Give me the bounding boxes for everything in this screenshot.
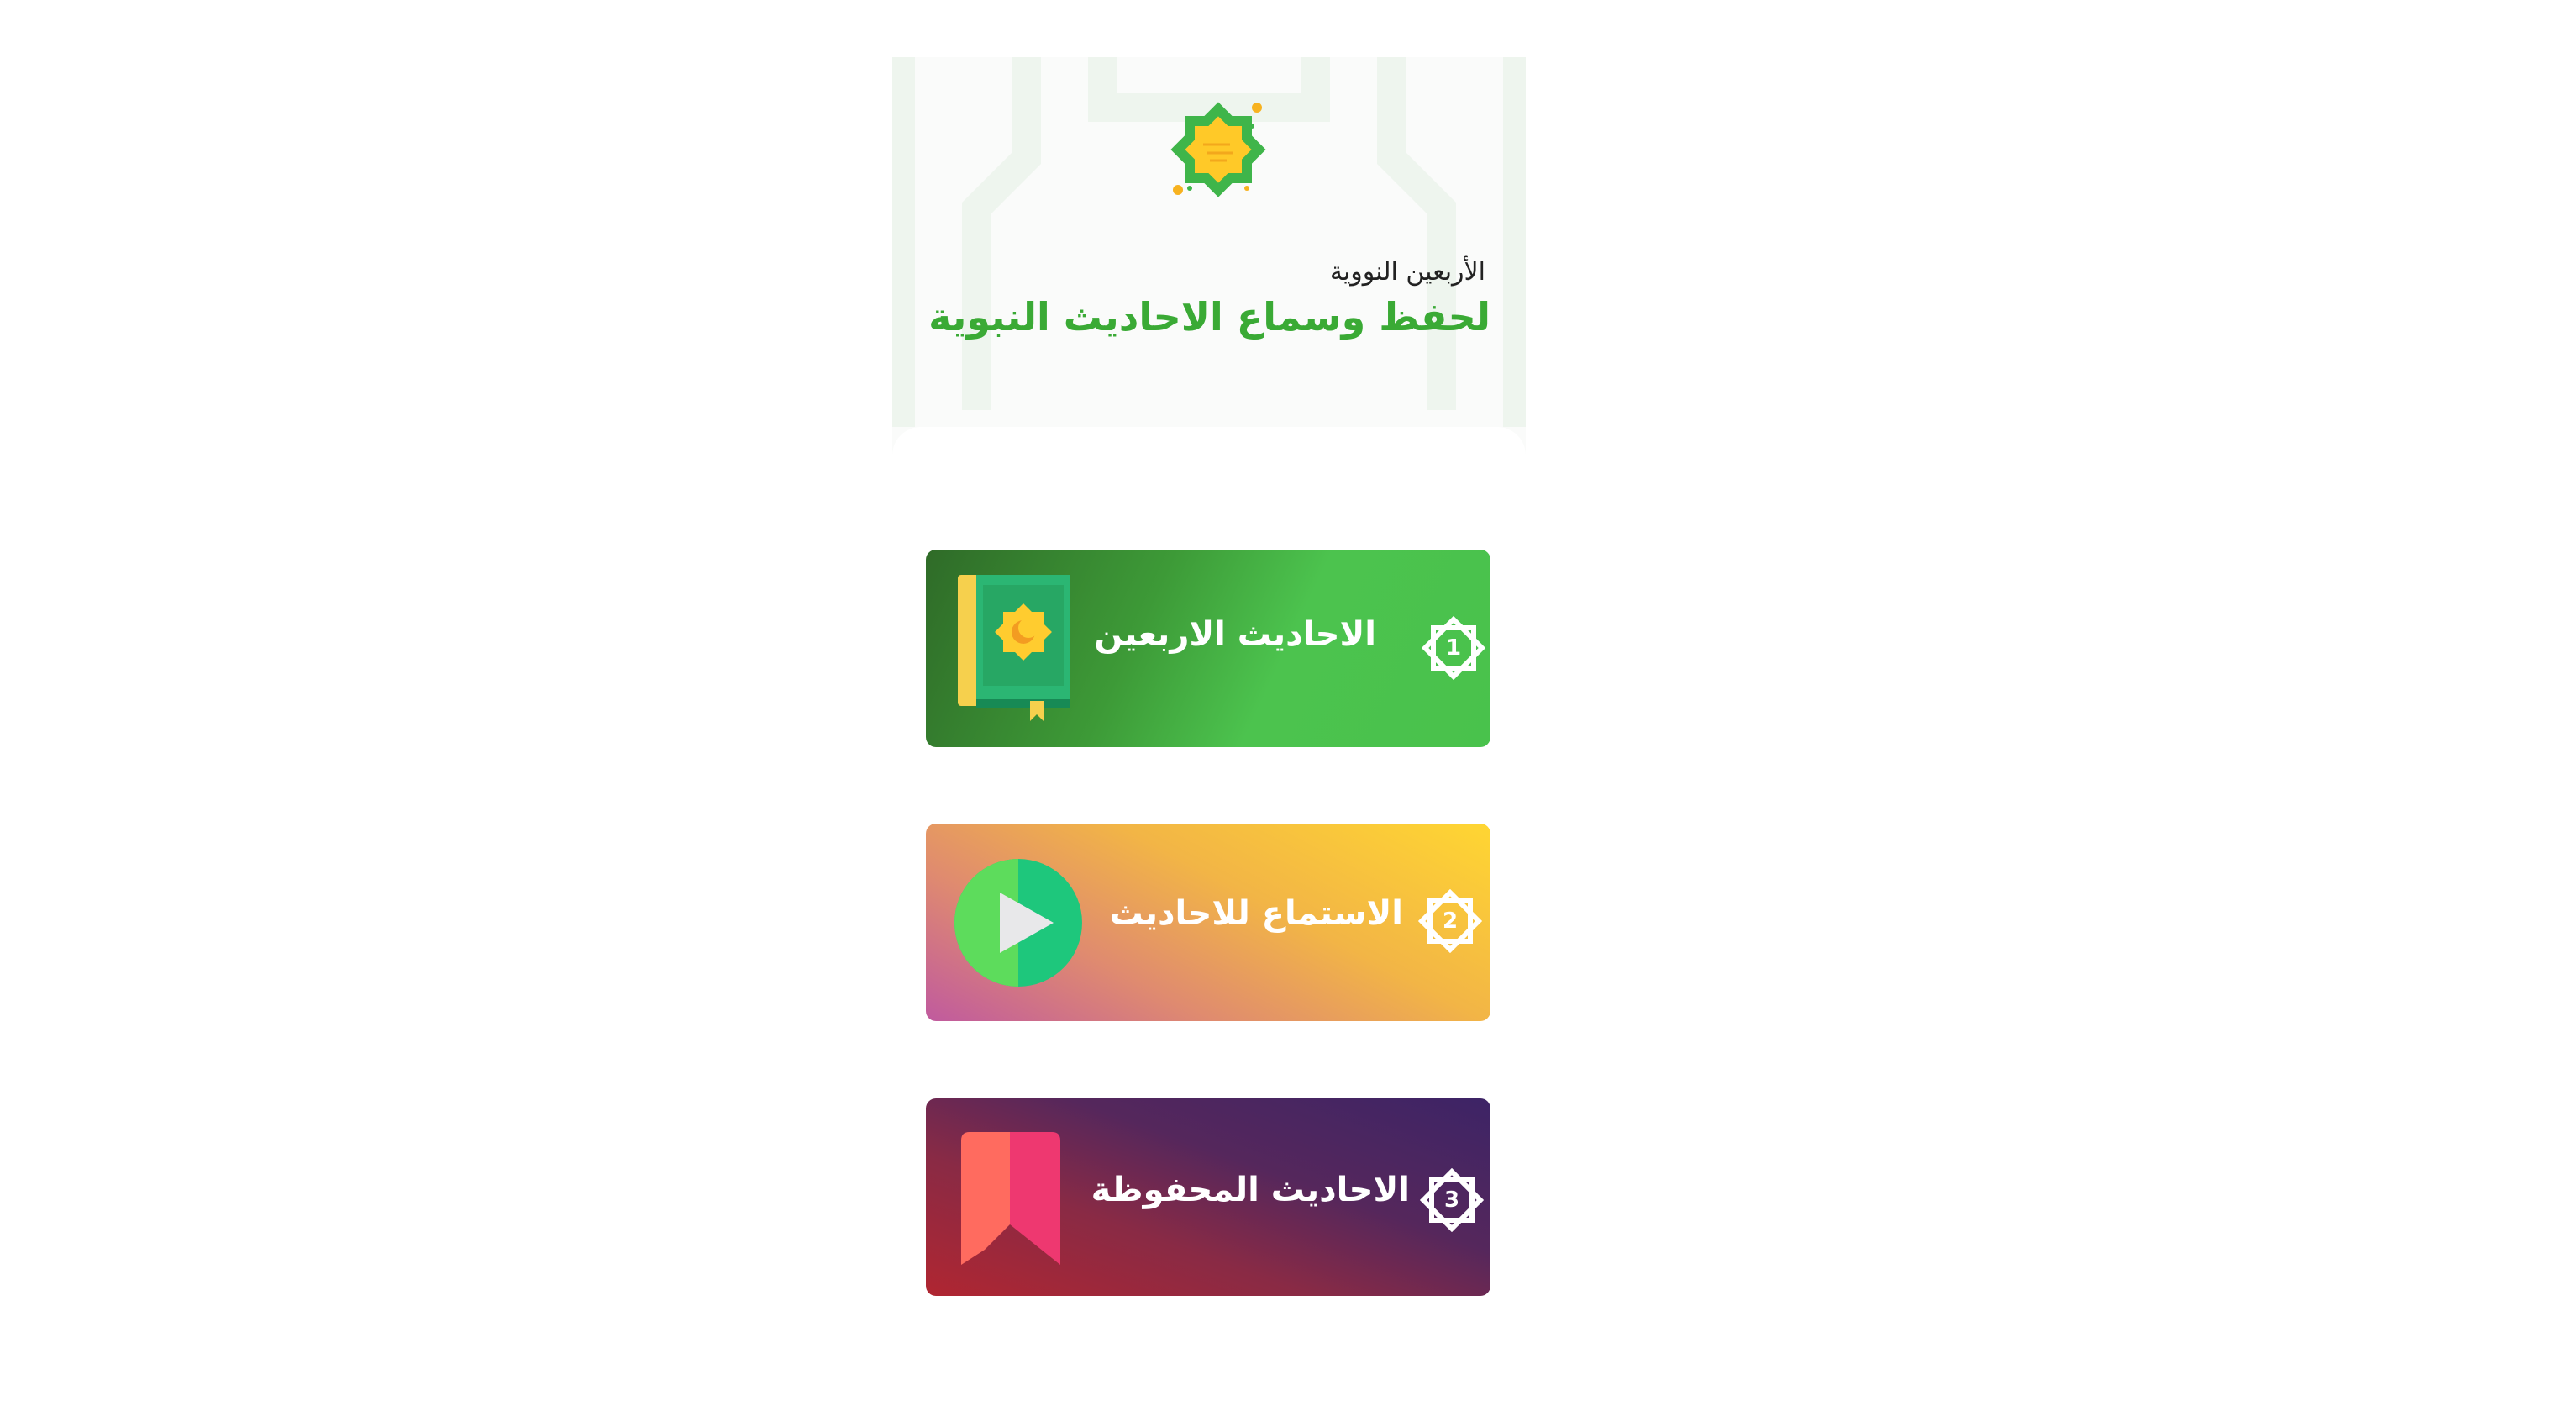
quran-book-icon [958,575,1070,721]
play-circle-icon [954,859,1082,987]
menu-item-label: الاحاديث المحفوظة [1091,1171,1410,1209]
page-title: لحفظ وسماع الاحاديث النبوية [928,294,1490,340]
menu-item-number: 1 [1445,635,1462,661]
octagram-badge-icon: 2 [1417,888,1483,954]
menu-item-number: 2 [1442,908,1459,934]
app-subtitle: الأربعين النووية [1329,257,1485,287]
bookmark-icon [961,1132,1060,1265]
menu-item-number: 3 [1443,1187,1460,1213]
menu-container: الاحاديث الاربعين 1 الاستماع للاحاديث 2 … [892,427,1526,1427]
menu-item-label: الاستماع للاحاديث [1109,894,1403,933]
header: الأربعين النووية لحفظ وسماع الاحاديث الن… [892,57,1526,427]
menu-card-listen-hadiths[interactable]: الاستماع للاحاديث 2 [926,824,1490,1021]
app-screen: الأربعين النووية لحفظ وسماع الاحاديث الن… [892,57,1526,1427]
menu-card-saved-hadiths[interactable]: الاحاديث المحفوظة 3 [926,1098,1490,1296]
menu-item-label: الاحاديث الاربعين [1094,615,1376,654]
octagram-badge-icon: 1 [1421,615,1486,681]
octagram-star-icon [1170,102,1266,197]
menu-card-forty-hadiths[interactable]: الاحاديث الاربعين 1 [926,550,1490,747]
octagram-badge-icon: 3 [1419,1167,1485,1233]
